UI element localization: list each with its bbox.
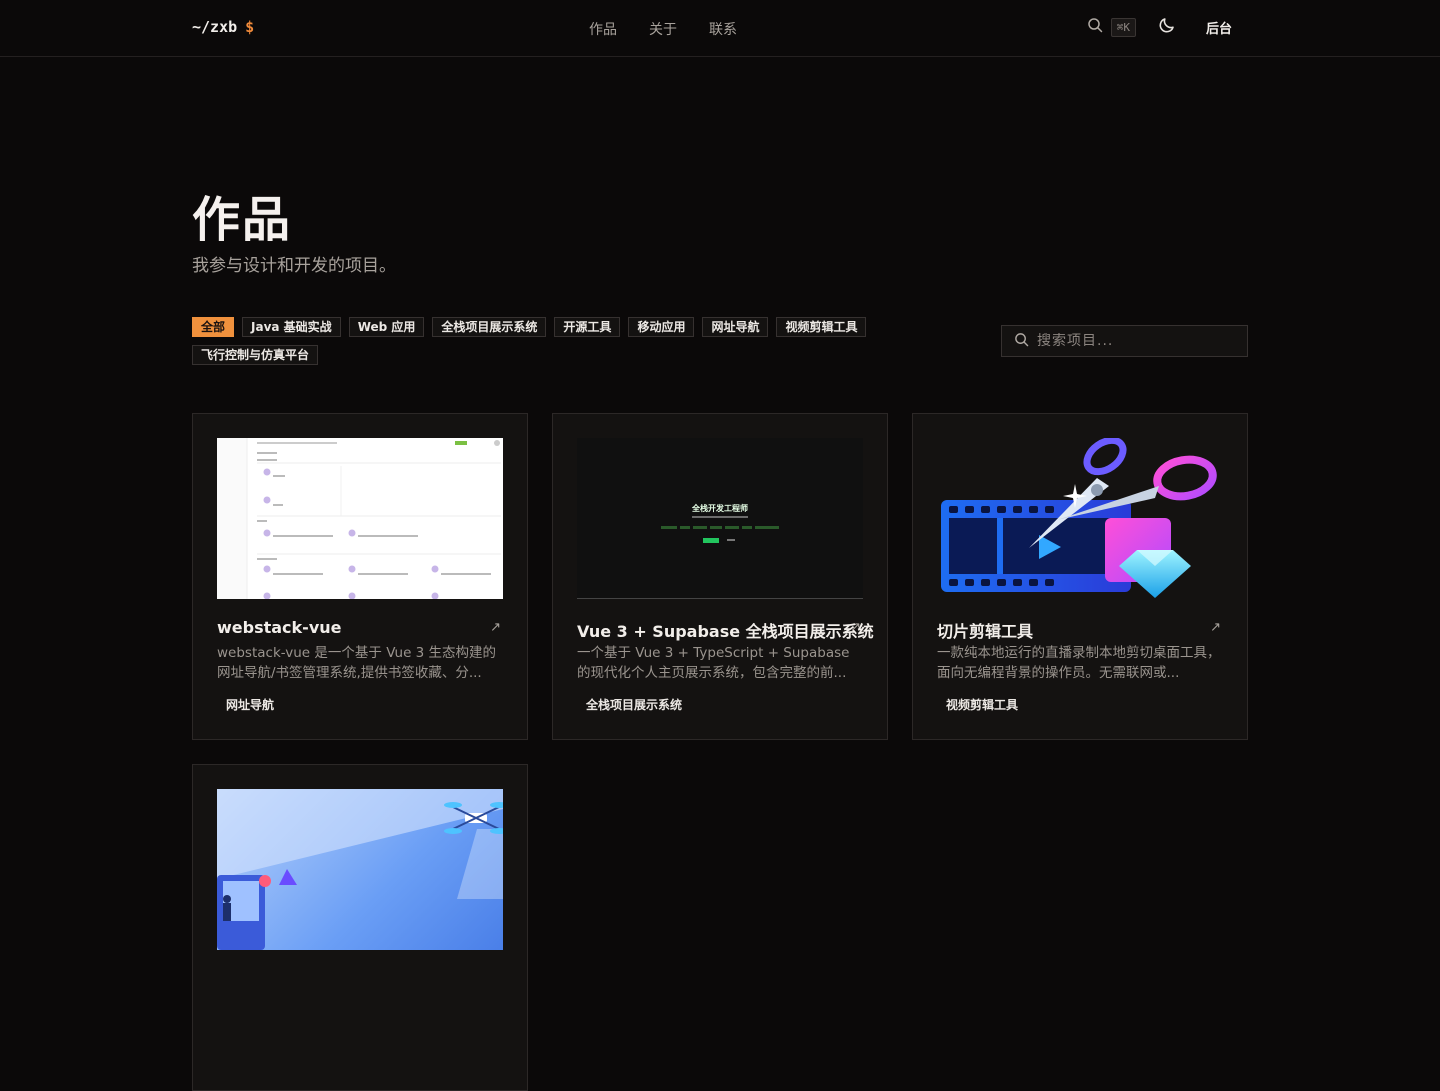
logo-prompt-symbol: $ [245, 18, 255, 36]
nav-item-contact[interactable]: 联系 [709, 19, 737, 39]
filter-chip-flight[interactable]: 飞行控制与仿真平台 [192, 345, 319, 365]
external-link-icon[interactable]: ↗ [850, 620, 861, 635]
header-actions: ⌘K 后台 [1087, 16, 1232, 38]
search-input[interactable] [1037, 333, 1227, 349]
shortcut-badge[interactable]: ⌘K [1110, 17, 1136, 37]
project-description: 一款纯本地运行的直播录制本地剪切桌面工具，面向无编程背景的操作员。无需联网或..… [937, 645, 1221, 681]
project-tag: 视频剪辑工具 [946, 698, 1019, 712]
project-card[interactable] [192, 764, 528, 1091]
project-title[interactable]: webstack-vue [217, 618, 342, 637]
project-card[interactable]: 全栈开发工程师 Vue 3 + Supabase 全栈项目展示系统 ↗ 一个基于… [552, 413, 888, 740]
project-description: webstack-vue 是一个基于 Vue 3 生态构建的网址导航/书签管理系… [217, 645, 497, 681]
top-header: ~/zxb $ 作品 关于 联系 ⌘K 后台 [0, 0, 1440, 57]
project-description: 一个基于 Vue 3 + TypeScript + Supabase 的现代化个… [577, 645, 850, 681]
film-scissors-illustration [941, 438, 1217, 598]
admin-link[interactable]: 后台 [1206, 18, 1232, 37]
project-card[interactable]: 切片剪辑工具 ↗ 一款纯本地运行的直播录制本地剪切桌面工具，面向无编程背景的操作… [912, 413, 1248, 740]
category-filters: 全部 Java 基础实战 Web 应用 全栈项目展示系统 开源工具 移动应用 网… [192, 317, 882, 365]
project-thumbnail [937, 438, 1223, 599]
filter-chip-opensource[interactable]: 开源工具 [554, 317, 621, 337]
filter-chip-fullstack[interactable]: 全栈项目展示系统 [432, 317, 547, 337]
project-thumbnail [217, 789, 503, 950]
nav-item-about[interactable]: 关于 [649, 19, 677, 39]
project-tag: 全栈项目展示系统 [586, 698, 683, 712]
filter-chip-web[interactable]: Web 应用 [348, 317, 425, 337]
moon-icon[interactable] [1158, 16, 1176, 38]
external-link-icon[interactable]: ↗ [490, 620, 501, 635]
filter-chip-all[interactable]: 全部 [192, 317, 235, 337]
drone-illustration [217, 789, 503, 950]
project-title[interactable]: 切片剪辑工具 [937, 618, 1033, 642]
project-tag: 网址导航 [226, 698, 275, 712]
project-search [1001, 325, 1248, 357]
site-logo[interactable]: ~/zxb $ [192, 18, 254, 36]
external-link-icon[interactable]: ↗ [1210, 620, 1221, 635]
project-card[interactable]: webstack-vue ↗ webstack-vue 是一个基于 Vue 3 … [192, 413, 528, 740]
page-title: 作品 [192, 192, 293, 248]
main-nav: 作品 关于 联系 [589, 19, 737, 39]
search-icon[interactable] [1087, 17, 1103, 37]
filter-chip-navigation[interactable]: 网址导航 [702, 317, 769, 337]
filter-chip-java[interactable]: Java 基础实战 [242, 317, 341, 337]
page-subtitle: 我参与设计和开发的项目。 [192, 256, 396, 276]
filter-chip-video[interactable]: 视频剪辑工具 [776, 317, 867, 337]
search-icon [1014, 332, 1029, 351]
filter-chip-mobile[interactable]: 移动应用 [628, 317, 695, 337]
logo-text: ~/zxb [192, 18, 238, 36]
project-thumbnail [217, 438, 503, 599]
project-thumbnail: 全栈开发工程师 [577, 438, 863, 599]
nav-item-works[interactable]: 作品 [589, 19, 617, 39]
project-title[interactable]: Vue 3 + Supabase 全栈项目展示系统 [577, 618, 874, 642]
